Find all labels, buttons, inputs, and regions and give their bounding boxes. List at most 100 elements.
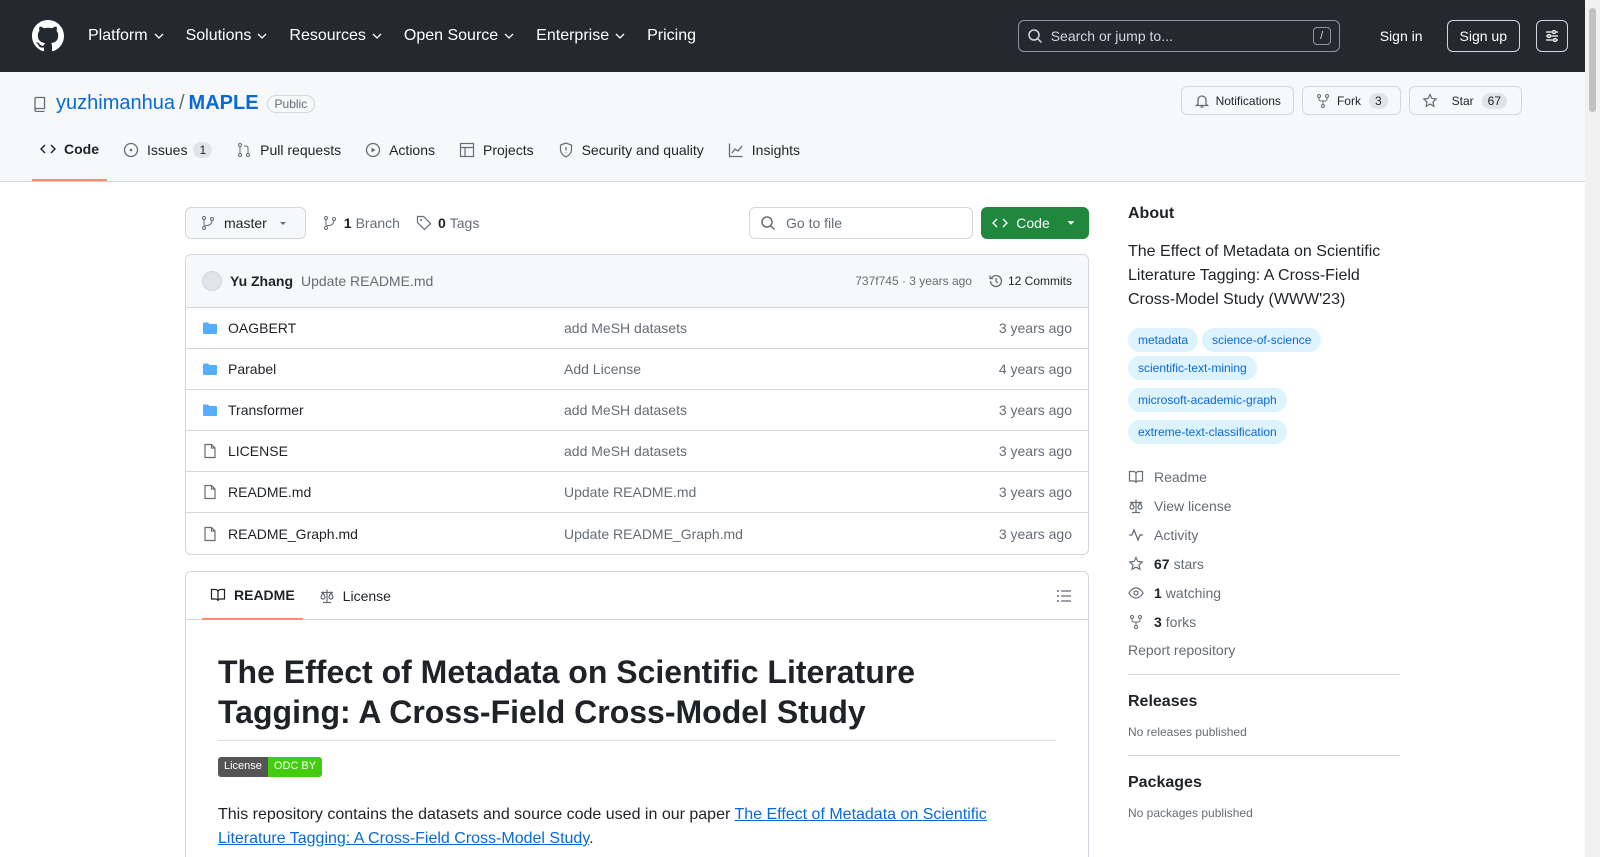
file-row[interactable]: README_Graph.md Update README_Graph.md 3…: [186, 513, 1088, 554]
file-commit-message[interactable]: add MeSH datasets: [564, 320, 999, 336]
nav-platform[interactable]: Platform: [88, 27, 176, 45]
settings-menu-button[interactable]: [1536, 20, 1568, 52]
tab-pull-requests[interactable]: Pull requests: [228, 133, 349, 181]
avatar[interactable]: [202, 271, 222, 291]
star-button[interactable]: Star 67: [1408, 86, 1522, 115]
readme-tabs: README License: [186, 572, 1088, 620]
github-logo-icon[interactable]: [32, 20, 64, 52]
nav-pricing[interactable]: Pricing: [647, 27, 708, 45]
readme-link[interactable]: Readme: [1128, 462, 1400, 491]
repo-name-link[interactable]: MAPLE: [189, 92, 259, 115]
fork-icon: [1130, 614, 1142, 629]
commits-history-link[interactable]: 12 Commits: [988, 273, 1072, 289]
latest-commit-bar: Yu Zhang Update README.md 737f745 · 3 ye…: [186, 255, 1088, 308]
notifications-button[interactable]: Notifications: [1180, 86, 1294, 115]
scrollbar-thumb[interactable]: [1589, 8, 1596, 112]
repo-path-separator: /: [178, 92, 185, 114]
outline-button[interactable]: [1056, 588, 1072, 604]
divider: [1128, 755, 1400, 756]
tab-actions[interactable]: Actions: [357, 133, 443, 181]
header-actions: Search or jump to... / Sign in Sign up: [1017, 20, 1568, 52]
file-time: 3 years ago: [998, 525, 1072, 542]
commit-author[interactable]: Yu Zhang: [230, 273, 293, 289]
sign-in-link[interactable]: Sign in: [1356, 28, 1447, 44]
tab-readme[interactable]: README: [202, 572, 303, 620]
chevron-down-icon: [504, 33, 514, 39]
file-name[interactable]: Parabel: [228, 361, 564, 377]
about-sidebar: About The Effect of Metadata on Scientif…: [1128, 183, 1400, 820]
tab-projects[interactable]: Projects: [451, 133, 542, 181]
topic-tag[interactable]: scientific-text-mining: [1128, 356, 1257, 380]
star-icon: [1422, 92, 1438, 107]
nav-resources[interactable]: Resources: [289, 27, 393, 45]
file-row[interactable]: LICENSE add MeSH datasets 3 years ago: [186, 431, 1088, 472]
file-icon: [204, 526, 216, 541]
file-commit-message[interactable]: Add License: [564, 361, 999, 377]
file-browser: Yu Zhang Update README.md 737f745 · 3 ye…: [185, 254, 1089, 555]
topic-tag[interactable]: science-of-science: [1202, 328, 1322, 352]
watchers-link[interactable]: 1 watching: [1128, 578, 1400, 607]
branches-link[interactable]: 1 Branch: [322, 215, 400, 231]
packages-title[interactable]: Packages: [1128, 774, 1400, 792]
top-nav: Platform Solutions Resources Open Source…: [88, 27, 718, 45]
shield-icon: [559, 142, 572, 158]
releases-title[interactable]: Releases: [1128, 693, 1400, 711]
topic-tag[interactable]: microsoft-academic-graph: [1128, 388, 1287, 412]
sign-up-button[interactable]: Sign up: [1446, 20, 1520, 52]
file-name[interactable]: LICENSE: [228, 443, 564, 459]
file-time: 3 years ago: [998, 443, 1072, 459]
file-row[interactable]: Transformer add MeSH datasets 3 years ag…: [186, 390, 1088, 431]
tags-link[interactable]: 0 Tags: [416, 215, 479, 231]
repo-tabs: Code Issues 1 Pull requests Actions Proj…: [32, 133, 816, 181]
code-download-button[interactable]: Code: [981, 206, 1089, 239]
license-link[interactable]: View license: [1128, 491, 1400, 520]
search-icon: [1027, 29, 1042, 44]
repo-actions: Notifications Fork 3 Star 67: [1180, 86, 1522, 115]
tab-insights[interactable]: Insights: [720, 133, 808, 181]
file-commit-message[interactable]: add MeSH datasets: [564, 443, 999, 459]
fork-button[interactable]: Fork 3: [1301, 86, 1401, 115]
go-to-file-input[interactable]: Go to file: [749, 206, 973, 239]
file-icon: [204, 443, 216, 459]
file-commit-message[interactable]: add MeSH datasets: [564, 402, 999, 418]
commit-hash-time[interactable]: 737f745 · 3 years ago: [855, 274, 972, 288]
repo-description: The Effect of Metadata on Scientific Lit…: [1128, 243, 1381, 308]
tab-code[interactable]: Code: [32, 133, 107, 181]
page-scrollbar[interactable]: [1585, 0, 1600, 857]
tag-icon: [416, 215, 432, 230]
fork-icon: [1316, 93, 1329, 108]
topic-tag[interactable]: extreme-text-classification: [1128, 420, 1287, 444]
file-commit-message[interactable]: Update README_Graph.md: [564, 526, 999, 542]
sliders-icon: [1546, 30, 1558, 42]
issues-count: 1: [193, 142, 213, 158]
file-row[interactable]: OAGBERT add MeSH datasets 3 years ago: [186, 308, 1088, 349]
tab-license[interactable]: License: [311, 572, 399, 620]
file-time: 3 years ago: [998, 320, 1072, 336]
commit-message[interactable]: Update README.md: [301, 273, 433, 289]
tab-security[interactable]: Security and quality: [550, 133, 712, 181]
topic-tag[interactable]: metadata: [1128, 328, 1199, 352]
file-row[interactable]: README.md Update README.md 3 years ago: [186, 472, 1088, 513]
license-badge[interactable]: License ODC BY: [218, 757, 323, 777]
nav-enterprise[interactable]: Enterprise: [536, 27, 637, 45]
readme-intro: This repository contains the datasets an…: [218, 806, 987, 847]
branch-icon: [323, 215, 336, 230]
report-repository-link[interactable]: Report repository: [1128, 638, 1400, 662]
search-input[interactable]: Search or jump to... /: [1017, 20, 1340, 52]
forks-link[interactable]: 3 forks: [1128, 607, 1400, 636]
file-name[interactable]: Transformer: [228, 402, 564, 418]
file-commit-message[interactable]: Update README.md: [564, 484, 999, 500]
nav-solutions[interactable]: Solutions: [186, 27, 280, 45]
file-name[interactable]: README_Graph.md: [228, 526, 564, 542]
file-name[interactable]: README.md: [228, 484, 564, 500]
file-name[interactable]: OAGBERT: [228, 320, 564, 336]
stars-link[interactable]: 67 stars: [1128, 549, 1400, 578]
repo-owner-link[interactable]: yuzhimanhua: [56, 92, 175, 115]
tab-issues[interactable]: Issues 1: [115, 133, 220, 181]
activity-link[interactable]: Activity: [1128, 520, 1400, 549]
history-icon: [989, 274, 1003, 288]
nav-open-source[interactable]: Open Source: [404, 27, 526, 45]
file-row[interactable]: Parabel Add License 4 years ago: [186, 349, 1088, 390]
star-icon: [1128, 555, 1144, 570]
branch-selector[interactable]: master: [185, 206, 306, 239]
